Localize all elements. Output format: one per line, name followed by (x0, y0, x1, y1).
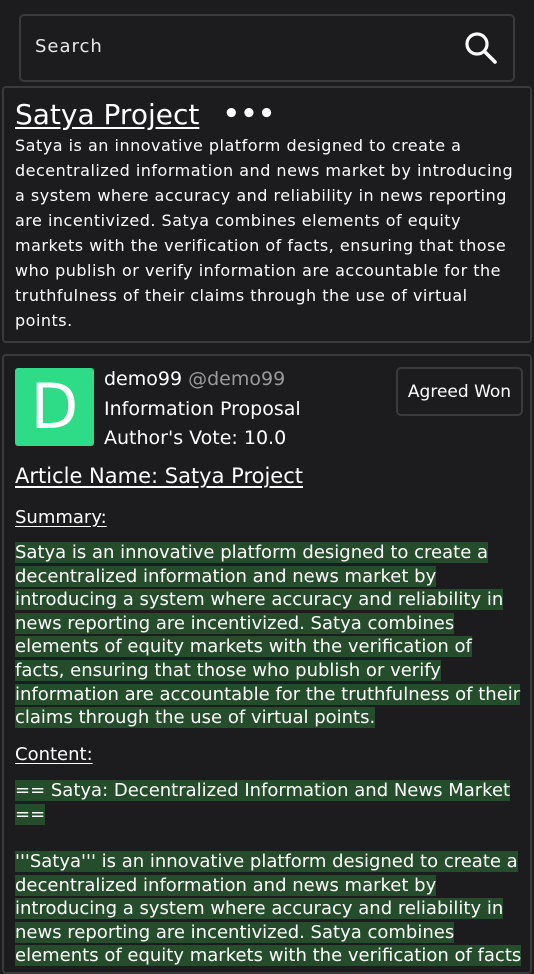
proposal-type: Information Proposal (104, 398, 301, 420)
author-name[interactable]: demo99 (104, 368, 182, 390)
article-name-link[interactable]: Article Name: Satya Project (15, 464, 303, 488)
author-vote: Author's Vote: 10.0 (104, 427, 287, 449)
content-heading-highlight: == Satya: Decentralized Information and … (15, 780, 511, 825)
content-text-highlight: '''Satya''' is an innovative platform de… (15, 851, 522, 967)
content-text: '''Satya''' is an innovative platform de… (15, 850, 525, 968)
author-handle[interactable]: @demo99 (188, 368, 285, 390)
summary-text: Satya is an innovative platform designed… (15, 541, 525, 730)
project-card: Satya Project ••• Satya is an innovative… (2, 86, 532, 343)
search-input[interactable] (35, 36, 435, 57)
proposal-card: D demo99 @demo99 Information Proposal Au… (2, 354, 532, 974)
project-description: Satya is an innovative platform designed… (15, 136, 514, 330)
summary-label: Summary: (15, 507, 107, 528)
content-label: Content: (15, 744, 93, 765)
author-line: demo99 @demo99 (104, 368, 285, 390)
avatar-letter: D (30, 370, 79, 443)
search-bar[interactable] (19, 14, 515, 82)
content-heading: == Satya: Decentralized Information and … (15, 779, 525, 826)
summary-highlight: Satya is an innovative platform designed… (15, 542, 521, 729)
search-icon[interactable] (463, 30, 499, 66)
more-options-icon[interactable]: ••• (223, 101, 276, 127)
avatar[interactable]: D (15, 368, 94, 446)
project-title[interactable]: Satya Project (15, 98, 199, 131)
status-badge[interactable]: Agreed Won (396, 367, 523, 416)
